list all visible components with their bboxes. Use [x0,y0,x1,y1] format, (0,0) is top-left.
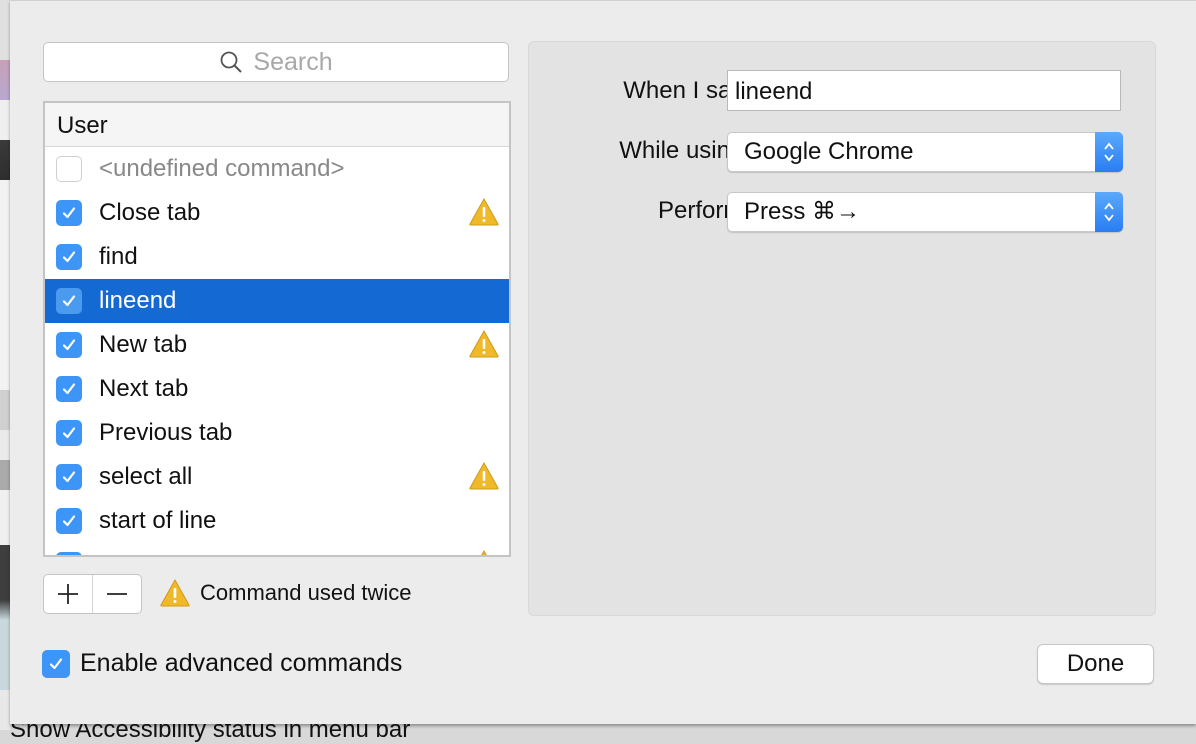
command-row[interactable]: <undefined command> [45,147,509,191]
perform-popup[interactable]: Press ⌘→ [727,192,1123,232]
command-label: lineend [99,287,177,314]
command-checkbox[interactable] [56,288,82,314]
remove-command-button[interactable] [93,575,141,613]
command-row[interactable]: Previous tab [45,411,509,455]
voice-commands-sheet: Search User <undefined command> Close tab… [10,0,1196,724]
command-label: find [99,243,138,270]
minus-icon [107,593,127,595]
while-using-popup[interactable]: Google Chrome [727,132,1123,172]
checkmark-icon [62,251,76,263]
command-row[interactable]: select all [45,455,509,499]
command-label: start of line [99,507,217,534]
while-using-value: Google Chrome [744,138,914,165]
command-row[interactable] [45,543,509,555]
warning-icon [469,461,499,495]
command-rows: <undefined command> Close tab find lineend N… [45,147,509,555]
command-checkbox[interactable] [56,156,82,182]
command-label: Next tab [99,375,189,402]
warning-icon [160,579,190,607]
popup-arrows-icon [1095,132,1123,172]
search-icon [220,51,243,73]
checkmark-icon [62,207,76,219]
command-row[interactable]: lineend [45,279,509,323]
checkmark-icon [62,295,76,307]
command-row[interactable]: find [45,235,509,279]
add-remove-control [43,574,142,614]
popup-arrows-icon [1095,192,1123,232]
advanced-label: Enable advanced commands [80,649,403,677]
command-checkbox[interactable] [56,552,82,555]
command-label: New tab [99,331,188,358]
done-button[interactable]: Done [1037,644,1154,684]
command-checkbox[interactable] [56,420,82,446]
command-label: Previous tab [99,419,233,446]
warning-icon [469,197,499,231]
checkmark-icon [49,657,63,669]
background-window [0,0,10,730]
command-label: <undefined command> [99,155,345,182]
command-checkbox[interactable] [56,332,82,358]
when-i-say-input[interactable]: lineend [727,70,1121,111]
command-row[interactable]: Close tab [45,191,509,235]
plus-icon [58,584,78,604]
add-command-button[interactable] [44,575,93,613]
command-label: select all [99,463,193,490]
checkmark-icon [62,515,76,527]
command-checkbox[interactable] [56,508,82,534]
checkmark-icon [62,383,76,395]
command-checkbox[interactable] [56,244,82,270]
search-placeholder: Search [253,47,333,76]
command-row[interactable]: start of line [45,499,509,543]
command-list[interactable]: User <undefined command> Close tab find lin… [43,101,511,557]
checkmark-icon [62,427,76,439]
checkmark-icon [62,471,76,483]
warning-icon [469,549,499,555]
advanced-checkbox[interactable] [42,649,70,678]
command-row[interactable]: New tab [45,323,509,367]
search-field[interactable]: Search [43,42,509,82]
legend-text: Command used twice [200,580,412,605]
warning-legend: Command used twice [160,579,412,607]
enable-advanced-commands[interactable]: Enable advanced commands [42,649,402,678]
perform-value: Press ⌘→ [744,198,861,225]
command-checkbox[interactable] [56,464,82,490]
command-row[interactable]: Next tab [45,367,509,411]
command-label: Close tab [99,199,201,226]
checkmark-icon [62,339,76,351]
command-detail-panel [528,41,1156,616]
command-checkbox[interactable] [56,200,82,226]
command-checkbox[interactable] [56,376,82,402]
warning-icon [469,329,499,363]
list-header: User [45,103,509,147]
